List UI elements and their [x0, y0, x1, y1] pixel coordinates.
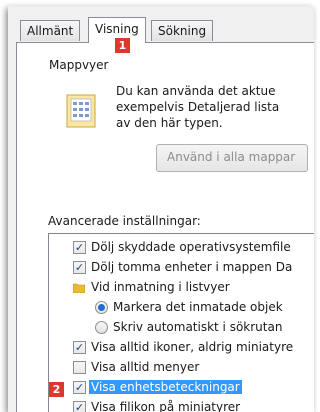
advanced-settings-list[interactable]: ✓ Dölj skyddade operativsystemfile ✓ Döl… [48, 233, 314, 412]
list-item[interactable]: ✓ Dölj tomma enheter i mappen Da [49, 258, 314, 278]
folder-view-icon [66, 94, 96, 128]
radio-button[interactable] [95, 301, 108, 314]
list-item[interactable]: ✓ Dölj skyddade operativsystemfile [49, 238, 314, 258]
list-item[interactable]: ✓ Visa filikon på miniatyrer [49, 398, 314, 412]
checkbox[interactable]: ✓ [73, 241, 86, 254]
annotation-badge-2: 2 [49, 382, 64, 397]
folder-options-dialog: Allmänt Visning Sökning 1 Mappvyer Du ka… [8, 6, 314, 412]
folder-icon [73, 283, 85, 293]
radio-selected-dot [98, 304, 105, 311]
advanced-settings-label: Avancerade inställningar: [48, 214, 201, 228]
list-item[interactable]: Visa alltid menyer [49, 358, 314, 378]
list-item[interactable]: Vid inmatning i listvyer [49, 278, 314, 298]
checkbox[interactable]: ✓ [73, 401, 86, 412]
list-item-selected[interactable]: ✓ Visa enhetsbeteckningar [49, 378, 314, 398]
folder-views-description: Du kan använda det aktue exempelvis Deta… [116, 84, 280, 130]
apply-to-all-folders-button[interactable]: Använd i alla mappar [156, 144, 308, 172]
list-item[interactable]: Markera det inmatade objek [49, 298, 314, 318]
checkbox[interactable]: ✓ [73, 261, 86, 274]
annotation-badge-1: 1 [115, 38, 130, 53]
list-item[interactable]: ✓ Visa alltid ikoner, aldrig miniatyre [49, 338, 314, 358]
checkbox[interactable]: ✓ [73, 341, 86, 354]
folder-views-title: Mappvyer [47, 58, 111, 72]
tab-general[interactable]: Allmänt [20, 20, 81, 41]
checkbox[interactable]: ✓ [73, 381, 86, 394]
checkbox[interactable] [73, 361, 86, 374]
tab-search[interactable]: Sökning [151, 20, 214, 41]
radio-button[interactable] [95, 321, 108, 334]
list-item[interactable]: Skriv automatiskt i sökrutan [49, 318, 314, 338]
